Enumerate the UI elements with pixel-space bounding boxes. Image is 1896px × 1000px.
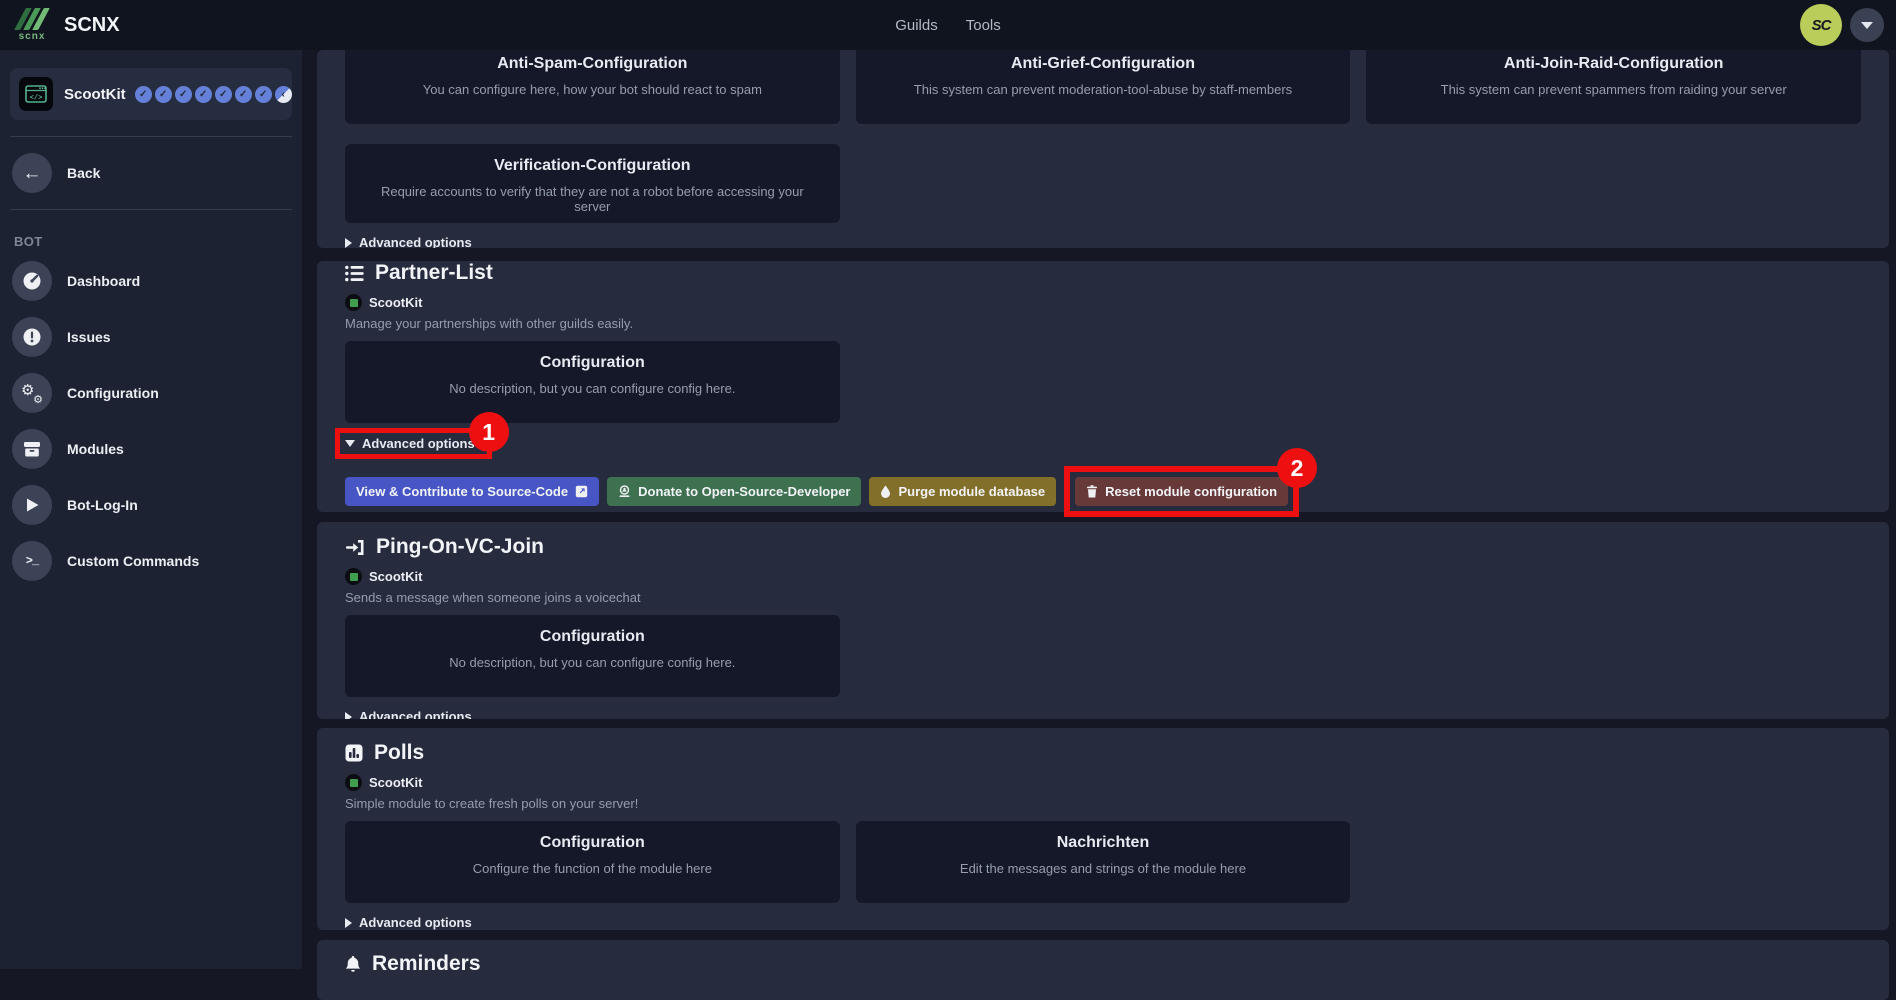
poll-chart-icon bbox=[345, 744, 363, 762]
caret-right-icon bbox=[345, 918, 352, 928]
purge-database-button[interactable]: Purge module database bbox=[869, 477, 1056, 506]
user-avatar[interactable]: SC bbox=[1800, 4, 1842, 46]
caret-right-icon bbox=[345, 712, 352, 720]
nav-link-tools[interactable]: Tools bbox=[966, 17, 1001, 34]
sidebar-item-configuration[interactable]: ⚙⚙ Configuration bbox=[10, 365, 292, 421]
nav-links: Guilds Tools bbox=[895, 17, 1001, 34]
card-anti-spam[interactable]: Anti-Spam-Configuration You can configur… bbox=[345, 50, 840, 124]
sidebar-section-bot: BOT bbox=[14, 234, 292, 249]
card-anti-grief[interactable]: Anti-Grief-Configuration This system can… bbox=[856, 50, 1351, 124]
trash-icon bbox=[1086, 485, 1098, 498]
module-title: Reminders bbox=[372, 952, 481, 976]
card-verification[interactable]: Verification-Configuration Require accou… bbox=[345, 144, 840, 223]
brand[interactable]: scnx SCNX bbox=[14, 6, 120, 44]
verified-badge-icon: ✓ bbox=[235, 86, 252, 103]
chevron-down-icon bbox=[1861, 22, 1873, 29]
scnx-logo-icon: scnx bbox=[14, 6, 50, 44]
advanced-options-toggle[interactable]: Advanced options bbox=[345, 915, 472, 930]
verified-badge-icon: ✓ bbox=[175, 86, 192, 103]
module-heading: Reminders bbox=[345, 952, 1861, 976]
module-description: Sends a message when someone joins a voi… bbox=[345, 590, 1861, 605]
verified-badge-icon: ✓ bbox=[255, 86, 272, 103]
play-icon bbox=[12, 485, 52, 525]
dashboard-icon bbox=[12, 261, 52, 301]
card-partner-configuration[interactable]: Configuration No description, but you ca… bbox=[345, 341, 840, 423]
module-title: Ping-On-VC-Join bbox=[376, 535, 544, 559]
module-heading: Polls bbox=[345, 741, 1861, 765]
caret-down-icon bbox=[345, 440, 355, 447]
server-name: ScootKit bbox=[64, 86, 126, 103]
source-code-button[interactable]: View & Contribute to Source-Code bbox=[345, 477, 599, 506]
partner-badge-icon: ‹ bbox=[275, 86, 292, 103]
server-card[interactable]: </> ScootKit ✓ ✓ ✓ ✓ ✓ ✓ ✓ ‹ bbox=[10, 68, 292, 120]
issues-icon bbox=[12, 317, 52, 357]
card-polls-configuration[interactable]: Configuration Configure the function of … bbox=[345, 821, 840, 903]
card-ping-configuration[interactable]: Configuration No description, but you ca… bbox=[345, 615, 840, 697]
annotation-badge-1: 1 bbox=[469, 412, 509, 452]
module-heading: Ping-On-VC-Join bbox=[345, 535, 1861, 559]
donate-button[interactable]: Donate to Open-Source-Developer bbox=[607, 477, 861, 506]
verified-badge-icon: ✓ bbox=[215, 86, 232, 103]
sidebar-item-bot-log-in[interactable]: Bot-Log-In bbox=[10, 477, 292, 533]
divider bbox=[10, 209, 292, 210]
sidebar-item-custom-commands[interactable]: >_ Custom Commands bbox=[10, 533, 292, 589]
bell-icon bbox=[345, 955, 361, 973]
annotation-box-1: Advanced options 1 bbox=[335, 428, 492, 459]
back-button[interactable]: ← Back bbox=[12, 153, 292, 193]
verified-badge-icon: ✓ bbox=[135, 86, 152, 103]
box-icon bbox=[12, 429, 52, 469]
scootkit-avatar: </> bbox=[19, 77, 53, 111]
card-anti-join-raid[interactable]: Anti-Join-Raid-Configuration This system… bbox=[1366, 50, 1861, 124]
sidebar: </> ScootKit ✓ ✓ ✓ ✓ ✓ ✓ ✓ ‹ ← Back BOT … bbox=[0, 50, 302, 969]
section-ping-on-vc-join: Ping-On-VC-Join ScootKit Sends a message… bbox=[317, 522, 1889, 719]
module-title: Polls bbox=[374, 741, 424, 765]
module-title: Partner-List bbox=[375, 261, 493, 285]
module-description: Manage your partnerships with other guil… bbox=[345, 316, 1861, 331]
back-arrow-icon: ← bbox=[23, 164, 42, 183]
module-description: Simple module to create fresh polls on y… bbox=[345, 796, 1861, 811]
sidebar-item-modules[interactable]: Modules bbox=[10, 421, 292, 477]
annotation-badge-2: 2 bbox=[1277, 448, 1317, 488]
verified-badge-icon: ✓ bbox=[195, 86, 212, 103]
reset-configuration-button[interactable]: Reset module configuration bbox=[1075, 477, 1288, 506]
module-author: ScootKit bbox=[345, 774, 1861, 791]
sidebar-item-dashboard[interactable]: Dashboard bbox=[10, 253, 292, 309]
external-link-icon bbox=[575, 485, 588, 498]
section-partner-list: Partner-List ScootKit Manage your partne… bbox=[317, 261, 1889, 512]
module-author: ScootKit bbox=[345, 294, 1861, 311]
gears-icon: ⚙⚙ bbox=[12, 373, 52, 413]
terminal-icon: >_ bbox=[12, 541, 52, 581]
section-moderation: Anti-Spam-Configuration You can configur… bbox=[317, 50, 1889, 248]
user-menu-button[interactable] bbox=[1850, 8, 1884, 42]
scootkit-avatar bbox=[345, 294, 362, 311]
verified-badge-icon: ✓ bbox=[155, 86, 172, 103]
advanced-options-toggle[interactable]: Advanced options bbox=[345, 235, 472, 248]
section-polls: Polls ScootKit Simple module to create f… bbox=[317, 728, 1889, 930]
section-reminders: Reminders bbox=[317, 940, 1889, 1000]
nav-link-guilds[interactable]: Guilds bbox=[895, 17, 938, 34]
donate-icon bbox=[618, 485, 631, 498]
module-author: ScootKit bbox=[345, 568, 1861, 585]
scootkit-avatar bbox=[345, 568, 362, 585]
list-icon bbox=[345, 265, 364, 282]
annotation-box-2: Reset module configuration 2 bbox=[1064, 466, 1299, 517]
advanced-options-toggle[interactable]: Advanced options bbox=[345, 709, 472, 719]
scootkit-avatar bbox=[345, 774, 362, 791]
module-heading: Partner-List bbox=[345, 261, 1861, 285]
main-content: Anti-Spam-Configuration You can configur… bbox=[302, 50, 1896, 969]
back-label: Back bbox=[67, 165, 100, 181]
server-badges: ✓ ✓ ✓ ✓ ✓ ✓ ✓ ‹ bbox=[135, 86, 292, 103]
advanced-buttons-row: View & Contribute to Source-Code Donate … bbox=[345, 466, 1861, 517]
sidebar-item-issues[interactable]: Issues bbox=[10, 309, 292, 365]
card-polls-nachrichten[interactable]: Nachrichten Edit the messages and string… bbox=[856, 821, 1351, 903]
divider bbox=[10, 136, 292, 137]
sign-in-icon bbox=[345, 539, 365, 556]
svg-text:</>: </> bbox=[30, 95, 43, 103]
advanced-options-toggle-expanded[interactable]: Advanced options bbox=[345, 436, 475, 451]
logo-text: scnx bbox=[19, 31, 46, 42]
droplet-icon bbox=[880, 485, 891, 498]
brand-title: SCNX bbox=[64, 14, 120, 37]
top-navbar: scnx SCNX Guilds Tools SC bbox=[0, 0, 1896, 50]
caret-right-icon bbox=[345, 238, 352, 248]
